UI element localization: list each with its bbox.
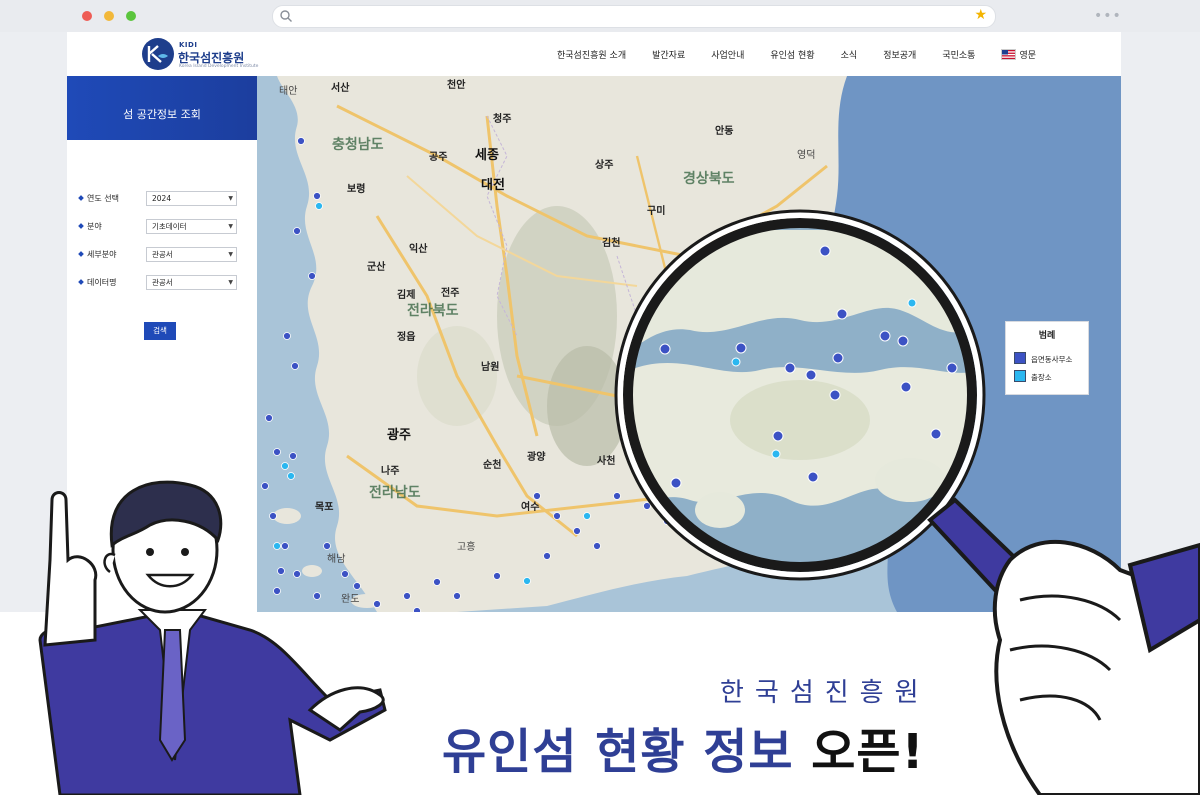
chevron-down-icon: ▼ xyxy=(228,223,233,230)
logo-kidi: KIDI xyxy=(179,41,198,49)
year-select-value: 2024 xyxy=(152,194,172,203)
legend-item-branch: 출장소 xyxy=(1014,370,1052,383)
legend-label: 읍면동사무소 xyxy=(1031,355,1073,364)
nav-item-inhabited-islands[interactable]: 유인섬 현황 xyxy=(770,48,814,61)
map-label: 보령 xyxy=(347,184,366,195)
bullet-icon xyxy=(78,223,84,229)
field-select-label: 분야 xyxy=(87,222,102,231)
language-label: 영문 xyxy=(1019,50,1036,61)
year-select-row: 연도 선택 2024 ▼ xyxy=(78,191,249,209)
nav-item-about[interactable]: 한국섬진흥원 소개 xyxy=(557,48,626,61)
banner-headline: 유인섬 현황 정보 오픈! xyxy=(442,712,924,782)
site-header: KIDI 한국섬진흥원 Korea Island Development Ins… xyxy=(67,32,1121,77)
field-select[interactable]: 기초데이터 ▼ xyxy=(146,219,237,234)
subfield-select-row: 세부분야 관공서 ▼ xyxy=(78,247,249,265)
dataname-select-label: 데이터명 xyxy=(87,278,117,287)
logo-mark-icon xyxy=(142,38,174,70)
us-flag-icon xyxy=(1001,48,1017,60)
year-select[interactable]: 2024 ▼ xyxy=(146,191,237,206)
nav-item-news[interactable]: 소식 xyxy=(841,48,858,61)
sidebar-title: 섬 공간정보 조회 xyxy=(67,76,257,140)
map-label: 안동 xyxy=(715,126,734,137)
map-label: 세종 xyxy=(475,148,499,163)
map-label: 여수 xyxy=(521,502,540,513)
map-label: 천안 xyxy=(447,80,466,91)
legend-title: 범례 xyxy=(1038,331,1056,341)
map-label: 충청남도 xyxy=(332,137,384,153)
star-icon[interactable]: ★ xyxy=(974,7,987,23)
legend-swatch xyxy=(1014,352,1026,364)
headline-accent: 오픈! xyxy=(811,724,925,780)
search-icon xyxy=(280,10,292,22)
dataname-select[interactable]: 관공서 ▼ xyxy=(146,275,237,290)
nav-item-publications[interactable]: 발간자료 xyxy=(652,48,685,61)
headline-main: 유인섬 현황 정보 xyxy=(442,724,812,780)
chevron-down-icon: ▼ xyxy=(228,195,233,202)
legend-label: 출장소 xyxy=(1031,373,1052,382)
map-label: 영덕 xyxy=(797,150,816,161)
field-select-row: 분야 기초데이터 ▼ xyxy=(78,219,249,237)
main-nav: 한국섬진흥원 소개 발간자료 사업안내 유인섬 현황 소식 정보공개 국민소통 xyxy=(557,32,1036,76)
year-select-label: 연도 선택 xyxy=(87,194,119,203)
nav-item-communication[interactable]: 국민소통 xyxy=(942,48,975,61)
map-label: 전라북도 xyxy=(407,303,459,319)
subfield-select-value: 관공서 xyxy=(152,250,173,259)
map-label: 익산 xyxy=(409,244,428,255)
more-options-icon[interactable]: ••• xyxy=(1094,8,1122,24)
subfield-select[interactable]: 관공서 ▼ xyxy=(146,247,237,262)
map-label: 순천 xyxy=(483,460,502,471)
site-logo[interactable]: KIDI 한국섬진흥원 Korea Island Development Ins… xyxy=(141,37,261,71)
nav-item-disclosure[interactable]: 정보공개 xyxy=(883,48,916,61)
map-label: 고흥 xyxy=(457,542,476,553)
map-label: 상주 xyxy=(595,160,614,171)
map-label: 군산 xyxy=(367,262,386,273)
banner-org-name: 한국섬진흥원 xyxy=(720,678,930,708)
map-label: 태안 xyxy=(279,86,298,97)
browser-toolbar: ★ ••• xyxy=(0,0,1200,32)
map-label: 정읍 xyxy=(397,332,416,343)
map-label: 경상북도 xyxy=(683,171,735,187)
dataname-select-row: 데이터명 관공서 ▼ xyxy=(78,275,249,293)
minimize-window-button[interactable] xyxy=(104,11,114,21)
map-label: 사천 xyxy=(597,456,616,467)
nav-item-projects[interactable]: 사업안내 xyxy=(711,48,744,61)
map-label: 대전 xyxy=(481,178,505,193)
businessman-illustration xyxy=(38,480,387,795)
dataname-select-value: 관공서 xyxy=(152,278,173,287)
map-label: 광양 xyxy=(527,452,546,463)
legend-swatch xyxy=(1014,370,1026,382)
map-label: 남원 xyxy=(481,362,500,373)
search-button[interactable]: 검색 xyxy=(144,322,176,340)
map-label: 청주 xyxy=(493,114,512,125)
chevron-down-icon: ▼ xyxy=(228,279,233,286)
language-switch[interactable]: 영문 xyxy=(1001,48,1036,61)
bullet-icon xyxy=(78,251,84,257)
logo-english-name: Korea Island Development Institute xyxy=(179,64,259,69)
subfield-select-label: 세부분야 xyxy=(87,250,117,259)
legend-item-office: 읍면동사무소 xyxy=(1014,352,1072,365)
map-label: 공주 xyxy=(429,152,448,163)
field-select-value: 기초데이터 xyxy=(152,222,187,231)
map-legend: 범례 읍면동사무소 출장소 xyxy=(1005,321,1089,395)
address-bar[interactable]: ★ xyxy=(272,5,996,28)
chevron-down-icon: ▼ xyxy=(228,251,233,258)
map-label: 김천 xyxy=(602,238,621,249)
bullet-icon xyxy=(78,195,84,201)
map-label: 서산 xyxy=(331,83,350,94)
bullet-icon xyxy=(78,279,84,285)
map-label: 김제 xyxy=(397,290,416,301)
map-label: 구미 xyxy=(647,206,666,217)
close-window-button[interactable] xyxy=(82,11,92,21)
maximize-window-button[interactable] xyxy=(126,11,136,21)
map-label: 전주 xyxy=(441,288,460,299)
